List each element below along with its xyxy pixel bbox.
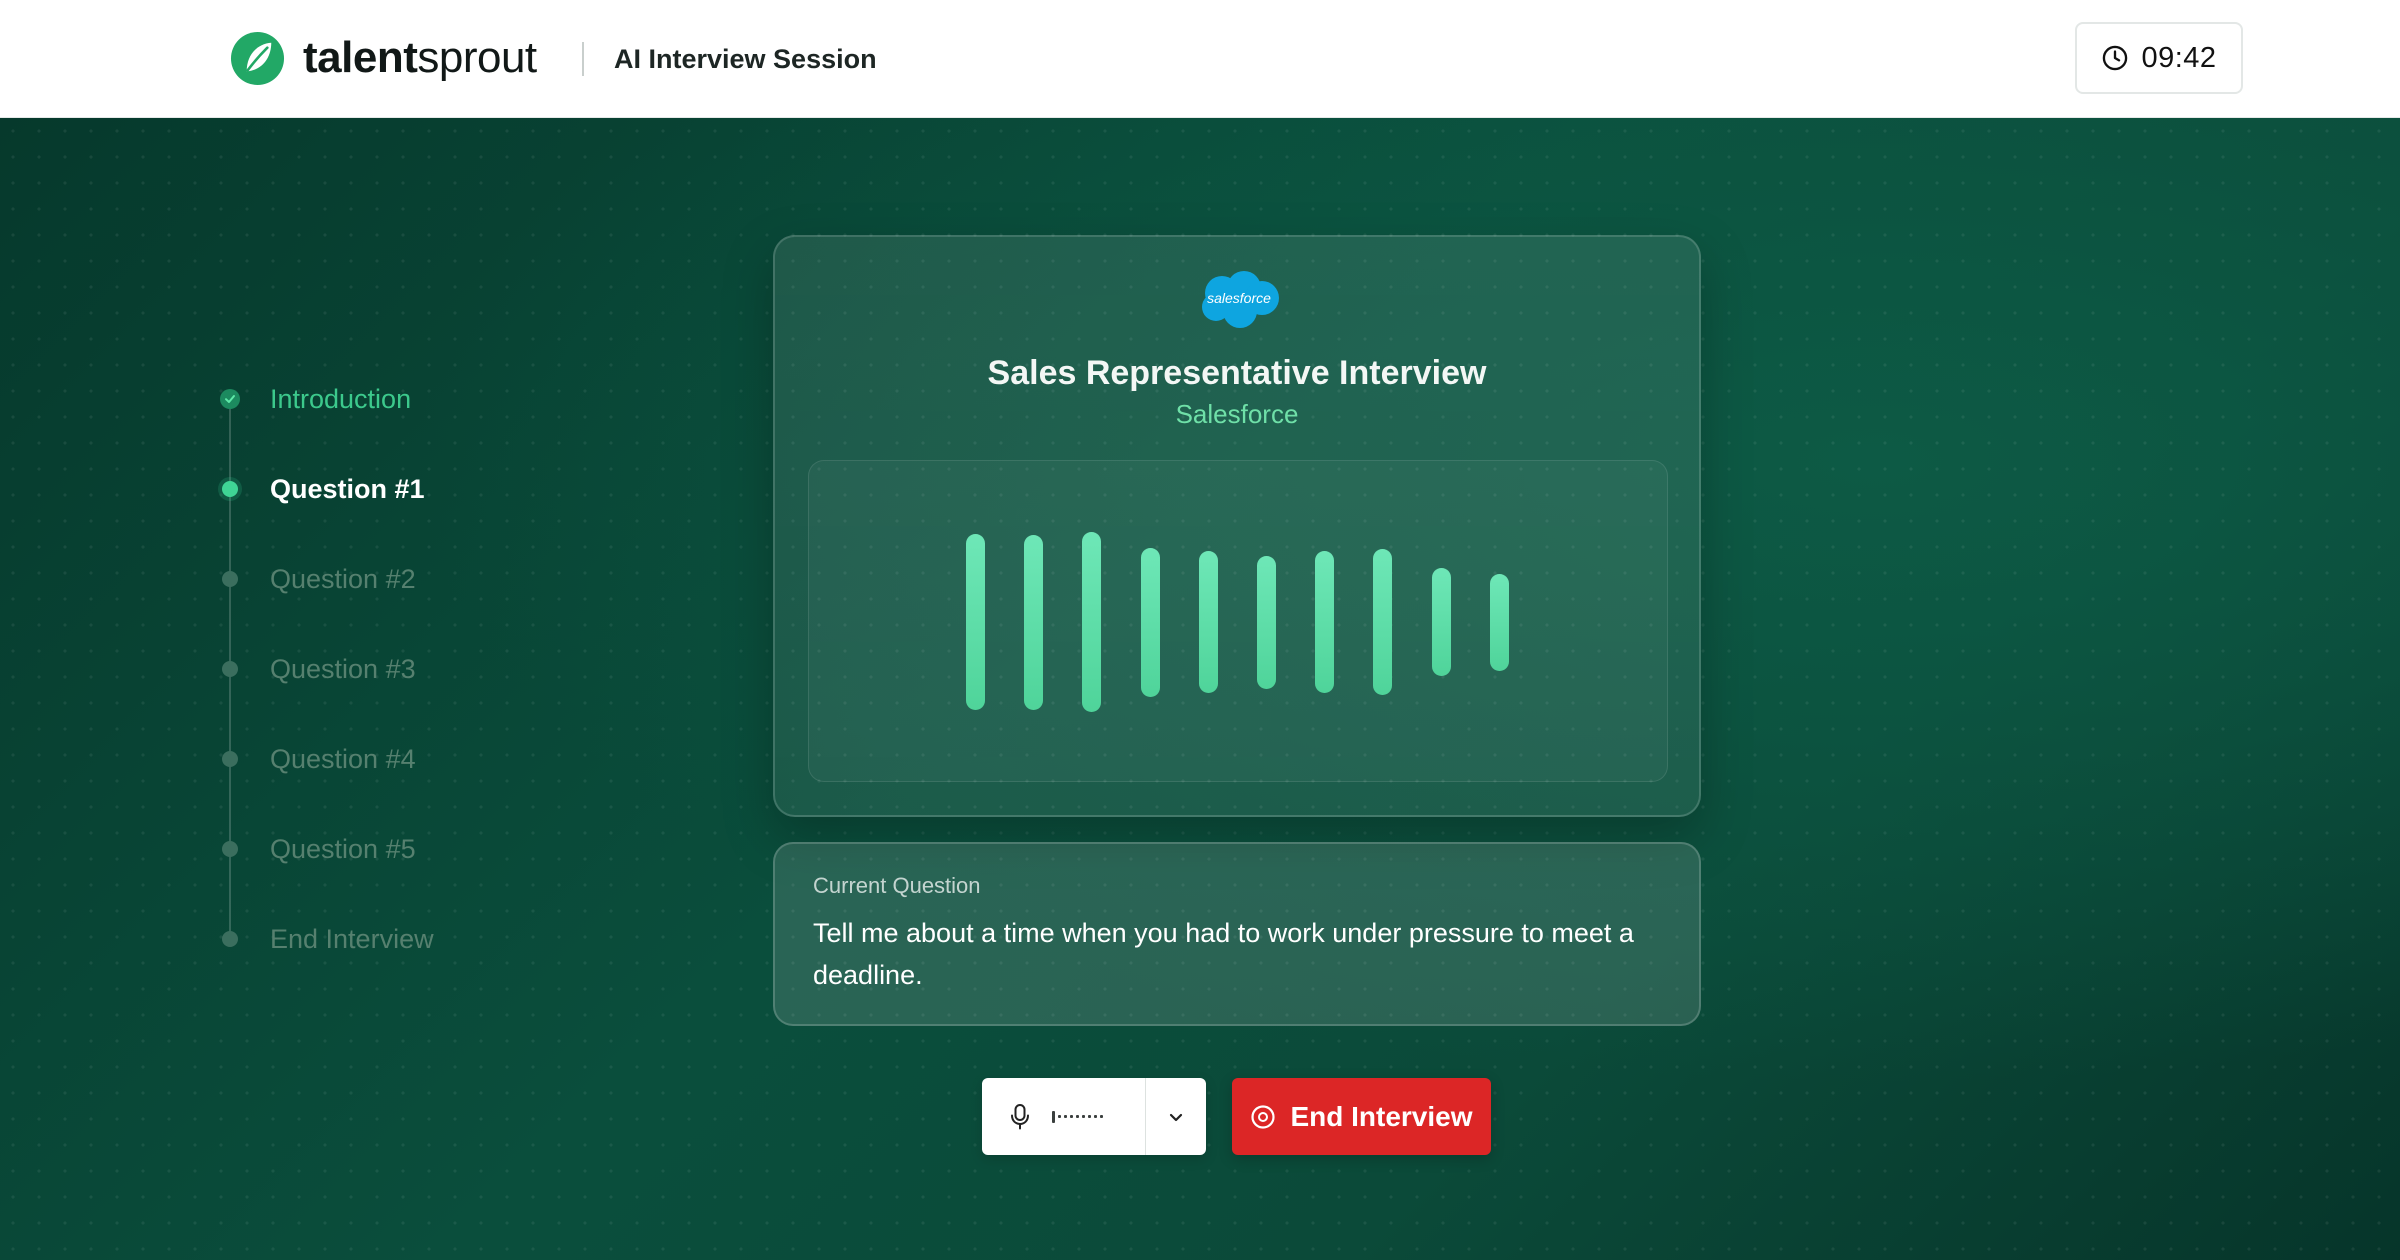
step-label: End Interview (270, 924, 434, 954)
step-question-3[interactable]: Question #3 (220, 649, 416, 689)
interview-main: Introduction Question #1 Question #2 Que… (0, 118, 2400, 1260)
interview-card: salesforce Sales Representative Intervie… (773, 235, 1701, 817)
interview-progress-stepper: Introduction Question #1 Question #2 Que… (0, 118, 600, 954)
current-question-card: Current Question Tell me about a time wh… (773, 842, 1701, 1026)
step-label: Introduction (270, 384, 412, 414)
step-label: Question #4 (270, 744, 416, 774)
step-pending-indicator (222, 841, 238, 857)
microphone-select-dropdown[interactable] (1146, 1078, 1206, 1155)
company-logo: salesforce (1192, 267, 1286, 333)
audio-level-bar (1490, 574, 1509, 671)
check-icon (220, 389, 240, 409)
brand-name-light: sprout (417, 33, 537, 82)
step-question-2[interactable]: Question #2 (220, 559, 416, 599)
step-label: Question #5 (270, 834, 416, 864)
company-name: Salesforce (1175, 399, 1299, 429)
step-pending-indicator (222, 931, 238, 947)
current-question-label: Current Question (813, 873, 981, 898)
session-title: AI Interview Session (614, 44, 877, 74)
step-end-interview[interactable]: End Interview (220, 919, 434, 959)
step-pending-indicator (222, 661, 238, 677)
audio-level-bar (966, 534, 985, 710)
microphone-icon (1011, 1103, 1029, 1129)
brand-name[interactable]: talentsprout (303, 30, 537, 86)
audio-level-bar (1315, 551, 1334, 693)
microphone-toggle-button[interactable] (982, 1078, 1146, 1155)
end-interview-button[interactable]: End Interview (1232, 1078, 1491, 1155)
step-question-1[interactable]: Question #1 (220, 469, 425, 509)
step-question-4[interactable]: Question #4 (220, 739, 416, 779)
stop-circle-icon (1251, 1104, 1276, 1129)
interview-title: Sales Representative Interview (987, 354, 1487, 392)
end-interview-label: End Interview (1290, 1100, 1473, 1132)
step-label: Question #2 (270, 564, 416, 594)
audio-level-bar (1257, 556, 1276, 689)
leaf-icon (230, 31, 285, 86)
audio-level-bar (1024, 535, 1043, 710)
current-question-text: Tell me about a time when you had to wor… (813, 918, 1634, 990)
step-question-5[interactable]: Question #5 (220, 829, 416, 869)
step-active-indicator (222, 481, 238, 497)
audio-level-bar (1432, 568, 1451, 676)
step-label: Question #1 (270, 474, 425, 504)
step-introduction[interactable]: Introduction (220, 379, 411, 419)
audio-level-bar (1141, 548, 1160, 697)
step-pending-indicator (222, 751, 238, 767)
timer-value: 09:42 (2141, 41, 2217, 74)
microphone-control (982, 1078, 1206, 1155)
company-logo-text: salesforce (1207, 290, 1271, 306)
clock-icon (2103, 45, 2128, 71)
header-divider (582, 42, 584, 76)
chevron-down-icon (1169, 1113, 1183, 1121)
audio-level-bar (1373, 549, 1392, 695)
step-label: Question #3 (270, 654, 416, 684)
microphone-level-meter (1052, 1110, 1103, 1123)
session-timer: 09:42 (2075, 22, 2243, 94)
audio-level-bar (1199, 551, 1218, 693)
brand-name-bold: talent (303, 33, 418, 82)
app-header: talentsprout AI Interview Session 09:42 (0, 0, 2400, 118)
step-pending-indicator (222, 571, 238, 587)
audio-visualizer (808, 460, 1668, 782)
audio-level-bar (1082, 532, 1101, 712)
